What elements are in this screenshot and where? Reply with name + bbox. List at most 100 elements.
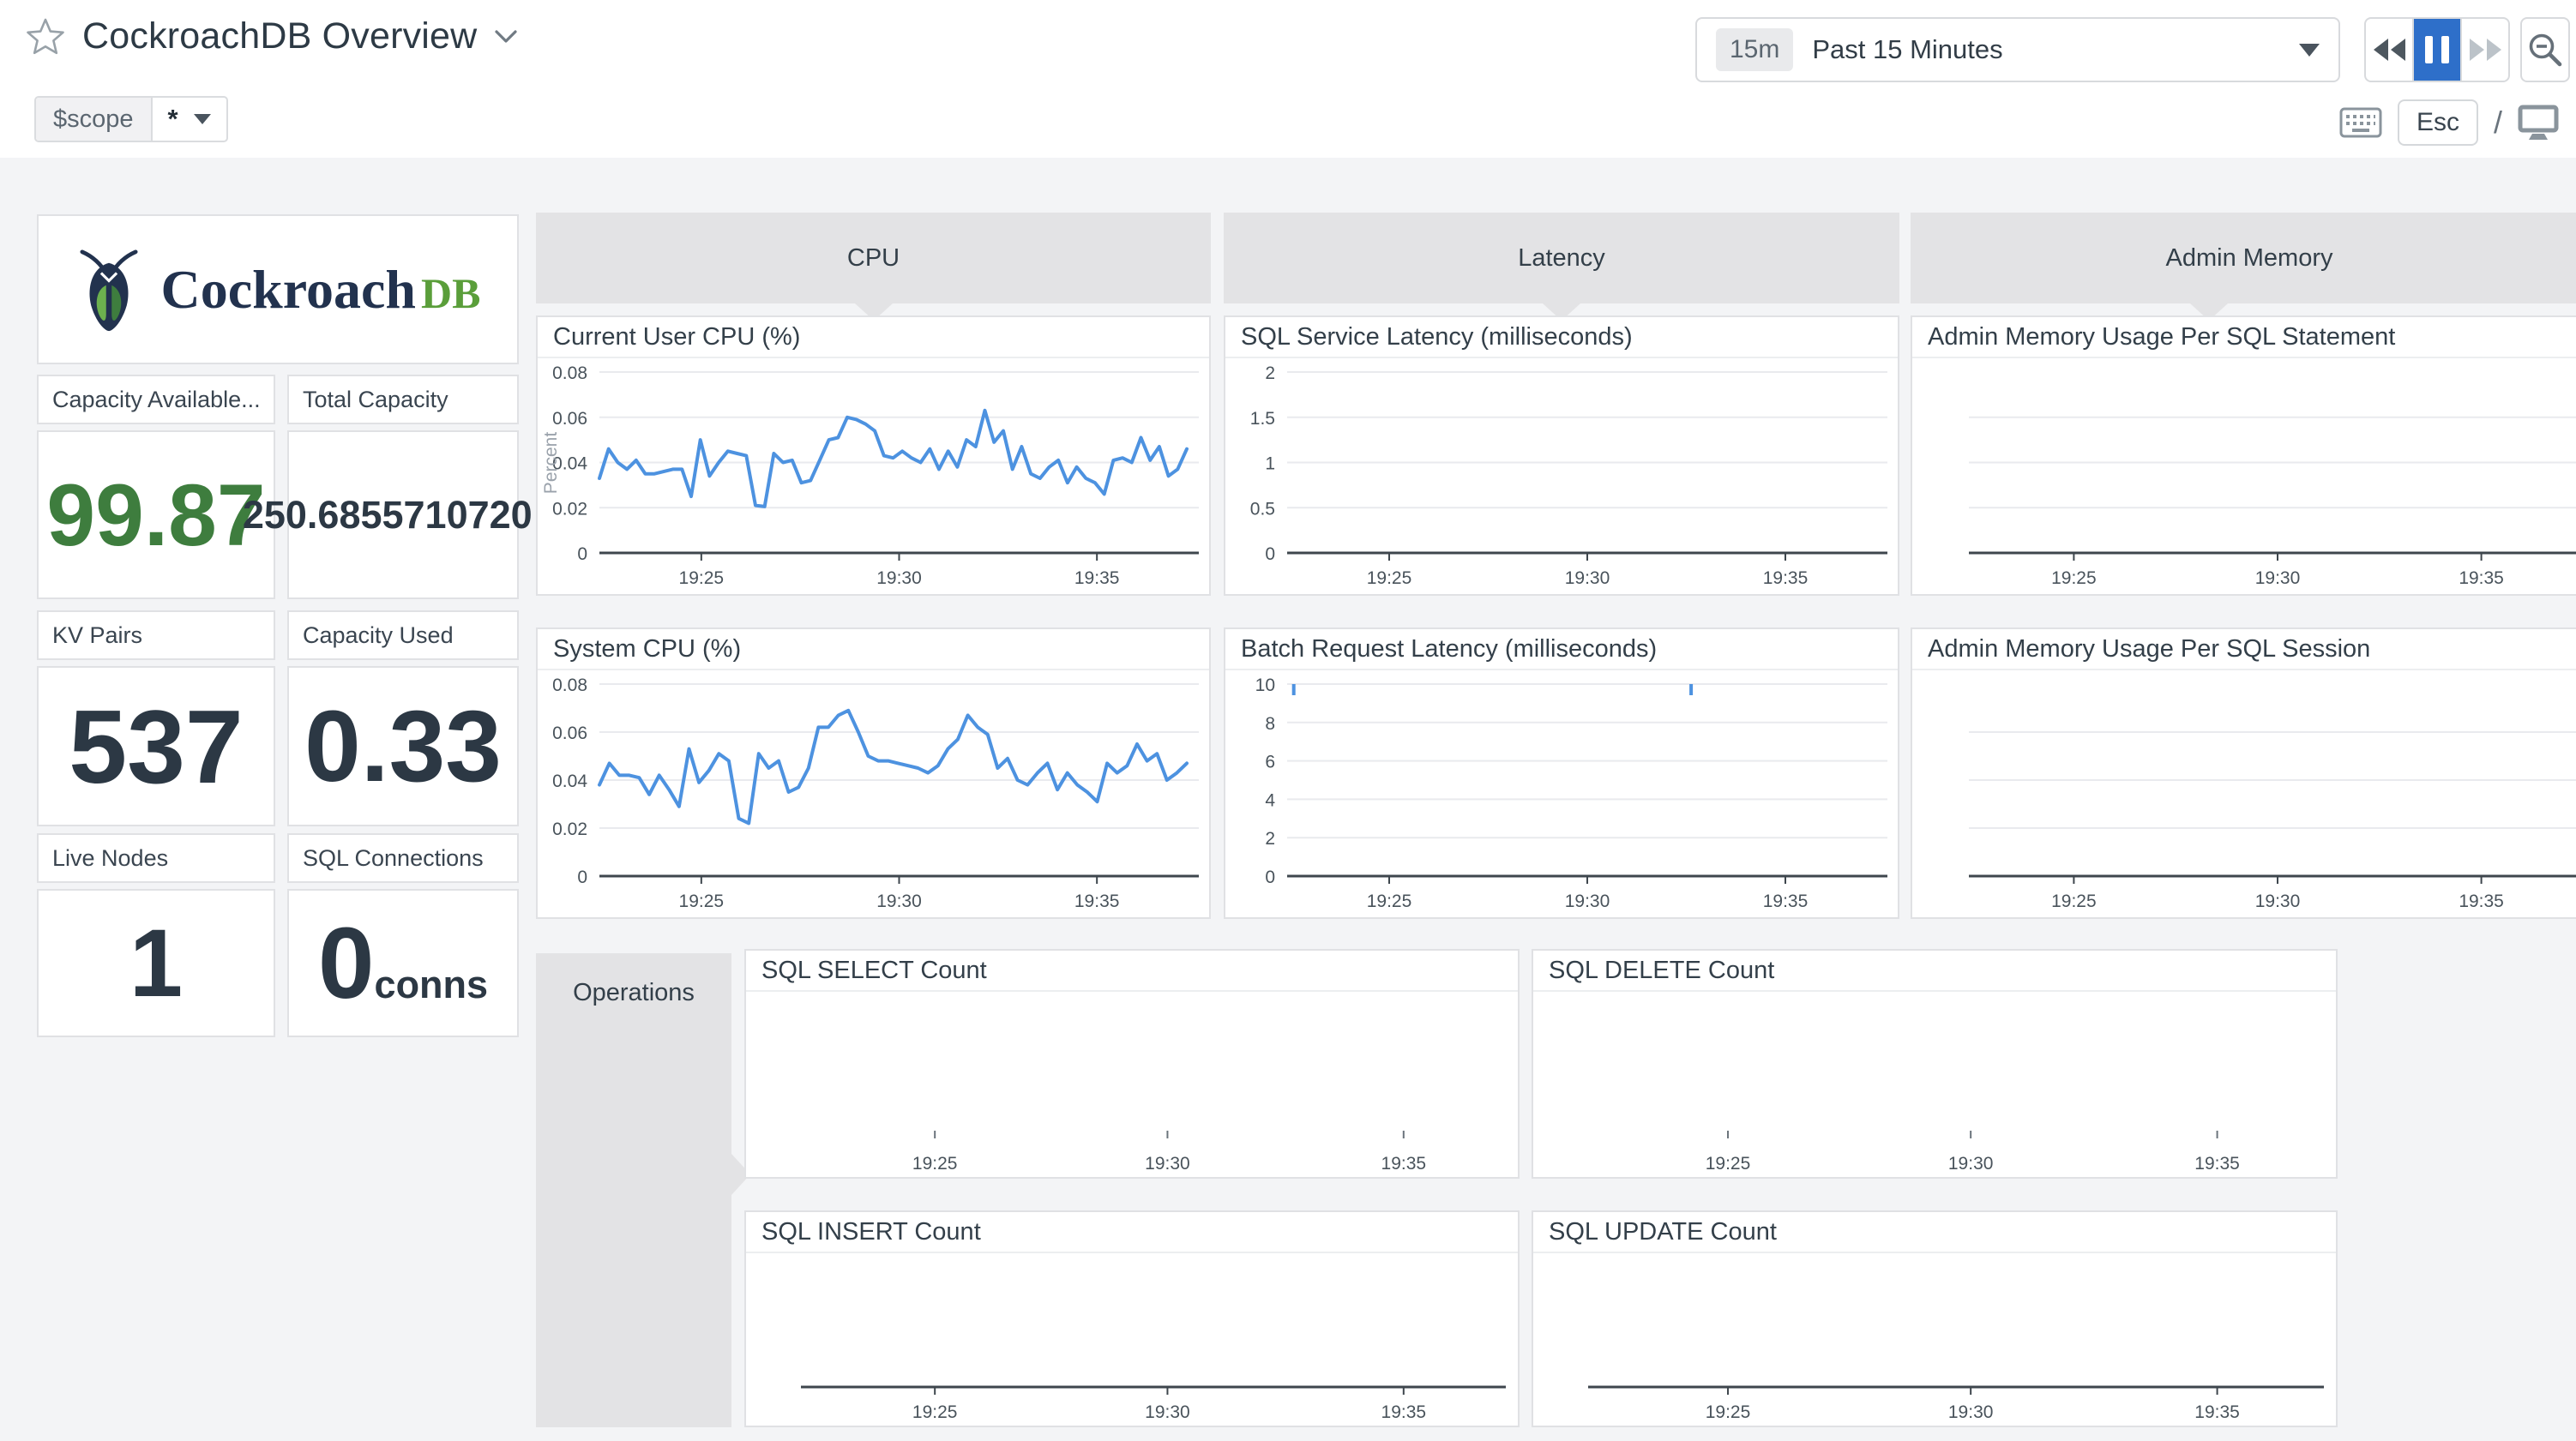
group-label: Operations — [573, 979, 695, 1427]
group-label: CPU — [847, 244, 900, 273]
svg-text:19:30: 19:30 — [1565, 892, 1610, 911]
svg-text:0.02: 0.02 — [552, 499, 587, 519]
svg-text:Percent: Percent — [541, 432, 561, 495]
tile-title: SQL Connections — [303, 845, 484, 872]
time-range-label: Past 15 Minutes — [1812, 34, 2280, 65]
chart-card-admin-memory-session: Admin Memory Usage Per SQL Session 19:25… — [1911, 627, 2576, 919]
tile-value: 537 — [69, 694, 244, 799]
chevron-down-icon[interactable] — [494, 29, 518, 45]
scope-template-variable[interactable]: $scope * — [34, 96, 228, 142]
monitor-icon[interactable] — [2518, 105, 2559, 141]
chart-card-sql-service-latency: SQL Service Latency (milliseconds) 00.51… — [1224, 315, 1899, 596]
shortcut-hints: Esc / — [2339, 99, 2559, 146]
scope-value: * — [153, 98, 226, 141]
svg-text:19:25: 19:25 — [912, 1154, 958, 1174]
chart-plot[interactable]: 19:2519:3019:35 — [1533, 1255, 2336, 1426]
chart-plot[interactable]: 19:25 19:30 19:35 — [1912, 672, 2576, 917]
star-icon[interactable] — [26, 17, 65, 57]
chart-title: SQL UPDATE Count — [1533, 1212, 2336, 1253]
tile-title: KV Pairs — [52, 622, 142, 649]
chart-card-sql-select-count: SQL SELECT Count 19:2519:3019:35 — [744, 949, 1520, 1179]
svg-text:0: 0 — [577, 544, 587, 564]
svg-text:10: 10 — [1255, 675, 1275, 695]
chart-plot[interactable]: 19:2519:3019:35 — [746, 994, 1518, 1177]
keyboard-icon[interactable] — [2339, 107, 2382, 138]
dropdown-caret-icon — [2299, 44, 2320, 57]
cockroachdb-logo-card: CockroachDB — [37, 214, 519, 364]
svg-text:19:25: 19:25 — [912, 1402, 958, 1422]
page-title[interactable]: CockroachDB Overview — [82, 15, 477, 57]
group-header-admin-memory[interactable]: Admin Memory — [1911, 213, 2576, 303]
chart-plot[interactable]: 00.020.040.060.0819:2519:3019:35Percent — [538, 360, 1209, 594]
rewind-button[interactable] — [2366, 19, 2414, 81]
chart-plot[interactable]: 19:2519:3019:35 — [746, 1255, 1518, 1426]
svg-text:19:25: 19:25 — [679, 568, 725, 588]
time-nav-button-group — [2364, 17, 2510, 82]
svg-text:19:25: 19:25 — [1706, 1154, 1751, 1174]
svg-text:4: 4 — [1265, 790, 1275, 810]
group-label: Latency — [1518, 244, 1605, 273]
chart-title: SQL Service Latency (milliseconds) — [1225, 317, 1898, 358]
svg-text:19:35: 19:35 — [1074, 892, 1120, 911]
scope-value-text: * — [168, 104, 178, 135]
chart-card-sql-update-count: SQL UPDATE Count 19:2519:3019:35 — [1532, 1210, 2338, 1427]
svg-text:19:25: 19:25 — [679, 892, 725, 911]
chart-card-current-user-cpu: Current User CPU (%) 00.020.040.060.0819… — [536, 315, 1211, 596]
time-range-picker[interactable]: 15m Past 15 Minutes — [1695, 17, 2340, 82]
svg-text:19:35: 19:35 — [2194, 1402, 2240, 1422]
svg-text:19:35: 19:35 — [1074, 568, 1120, 588]
fast-forward-button[interactable] — [2462, 19, 2508, 81]
group-header-operations[interactable]: Operations — [536, 953, 731, 1427]
tile-total-capacity: Total Capacity 250.6855710720GB — [287, 375, 519, 599]
svg-text:19:25: 19:25 — [2051, 568, 2097, 588]
pause-button[interactable] — [2414, 19, 2462, 81]
top-header-bar: CockroachDB Overview 15m Past 15 Minutes… — [0, 0, 2576, 158]
tile-title: Capacity Available... — [52, 387, 261, 413]
chart-plot[interactable]: 00.511.5219:2519:3019:35 — [1225, 360, 1898, 594]
svg-text:19:30: 19:30 — [1145, 1402, 1190, 1422]
tile-title: Live Nodes — [52, 845, 168, 872]
group-header-latency[interactable]: Latency — [1224, 213, 1899, 303]
svg-text:19:35: 19:35 — [1763, 892, 1809, 911]
fast-forward-icon — [2487, 39, 2501, 61]
group-header-cpu[interactable]: CPU — [536, 213, 1211, 303]
tile-value: 0 — [318, 913, 375, 1014]
tile-unit: conns — [375, 963, 489, 1007]
chart-plot[interactable]: 19:2519:3019:35 — [1912, 360, 2576, 594]
chart-plot[interactable]: 024681019:2519:3019:35 — [1225, 672, 1898, 917]
svg-text:19:30: 19:30 — [2255, 892, 2301, 911]
svg-text:19:35: 19:35 — [2194, 1154, 2240, 1174]
dashboard-title-row: CockroachDB Overview — [26, 15, 518, 57]
tile-title: Capacity Used — [303, 622, 454, 649]
tile-kv-pairs: KV Pairs 537 — [37, 610, 275, 826]
svg-text:1: 1 — [1265, 454, 1275, 474]
chart-title: Batch Request Latency (milliseconds) — [1225, 629, 1898, 670]
pause-icon — [2425, 36, 2433, 63]
svg-text:2: 2 — [1265, 363, 1275, 383]
tile-value: 1 — [129, 916, 183, 1012]
tile-capacity-used: Capacity Used 0.33 — [287, 610, 519, 826]
svg-text:19:30: 19:30 — [1565, 568, 1610, 588]
rewind-icon — [2391, 39, 2405, 61]
svg-text:0.08: 0.08 — [552, 363, 587, 383]
cockroach-logo-icon — [75, 243, 142, 337]
svg-text:19:35: 19:35 — [1763, 568, 1809, 588]
chart-title: SQL SELECT Count — [746, 951, 1518, 992]
svg-text:19:30: 19:30 — [1145, 1154, 1190, 1174]
svg-text:19:25: 19:25 — [2051, 892, 2097, 911]
chart-plot[interactable]: 00.020.040.060.0819:2519:3019:35 — [538, 672, 1209, 917]
svg-text:19:35: 19:35 — [2459, 892, 2504, 911]
svg-text:19:30: 19:30 — [1948, 1402, 1994, 1422]
zoom-out-button[interactable] — [2520, 17, 2570, 82]
chart-title: Admin Memory Usage Per SQL Session — [1912, 629, 2576, 670]
svg-text:8: 8 — [1265, 714, 1275, 734]
svg-text:0.04: 0.04 — [552, 772, 587, 791]
chart-card-sql-insert-count: SQL INSERT Count 19:2519:3019:35 — [744, 1210, 1520, 1427]
chart-plot[interactable]: 19:2519:3019:35 — [1533, 994, 2336, 1177]
svg-text:19:30: 19:30 — [876, 568, 922, 588]
logo-suffix-text: DB — [421, 269, 480, 317]
svg-text:0.5: 0.5 — [1250, 499, 1275, 519]
pause-icon — [2441, 36, 2449, 63]
svg-text:0.06: 0.06 — [552, 409, 587, 429]
svg-text:19:35: 19:35 — [2459, 568, 2504, 588]
